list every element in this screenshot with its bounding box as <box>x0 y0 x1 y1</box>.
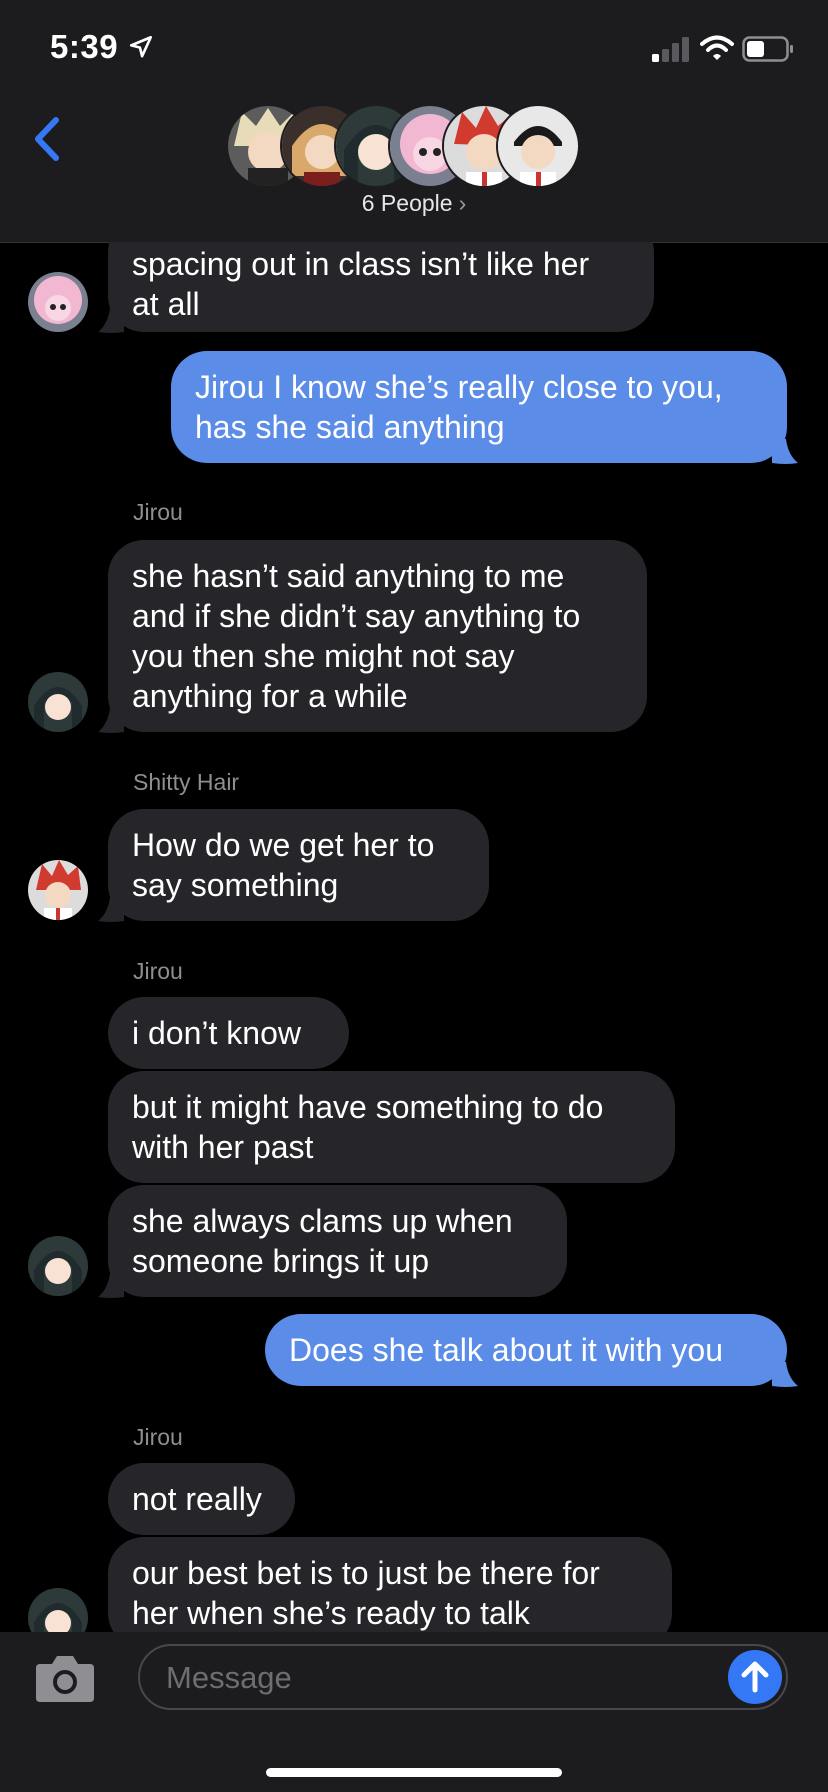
conversation-header: 6 People › <box>0 100 828 243</box>
incoming-message[interactable]: she hasn’t said anything to me and if sh… <box>108 540 647 732</box>
wifi-icon <box>700 35 734 60</box>
battery-icon <box>742 36 793 62</box>
message-text: she hasn’t said anything to me and if sh… <box>132 558 581 714</box>
bubble-tail-icon <box>98 708 124 733</box>
bubble-tail-icon <box>98 897 124 922</box>
compose-bar: Message <box>0 1632 828 1792</box>
message-placeholder: Message <box>166 1660 292 1695</box>
sender-name: Jirou <box>133 958 183 984</box>
message-text: not really <box>132 1481 262 1517</box>
back-chevron-icon[interactable] <box>30 114 64 164</box>
arrow-up-icon <box>741 1661 769 1693</box>
group-avatars[interactable] <box>226 104 606 188</box>
message-text: our best bet is to just be there for her… <box>132 1555 600 1631</box>
message-text: i don’t know <box>132 1015 301 1051</box>
camera-icon[interactable] <box>34 1652 96 1704</box>
incoming-message[interactable]: spacing out in class isn’t like her at a… <box>108 242 654 332</box>
send-button[interactable] <box>728 1650 782 1704</box>
status-time: 5:39 <box>50 28 119 65</box>
avatar <box>28 1588 88 1632</box>
avatar <box>28 272 88 332</box>
sender-name: Shitty Hair <box>133 769 240 795</box>
sender-name: Jirou <box>133 1424 183 1450</box>
group-people-link[interactable]: 6 People › <box>0 190 828 217</box>
bubble-tail-icon <box>772 1362 798 1387</box>
bubble-tail-icon <box>98 308 124 333</box>
outgoing-message[interactable]: Jirou I know she’s really close to you, … <box>171 351 787 463</box>
avatar <box>28 1236 88 1296</box>
message-text: How do we get her to say something <box>132 827 435 903</box>
incoming-message[interactable]: How do we get her to say something <box>108 809 489 921</box>
message-input[interactable]: Message <box>138 1644 788 1710</box>
outgoing-message[interactable]: Does she talk about it with you <box>265 1314 787 1386</box>
cellular-signal-icon <box>652 37 689 62</box>
incoming-message[interactable]: not really <box>108 1463 295 1535</box>
sender-name: Jirou <box>133 499 183 525</box>
message-text: Does she talk about it with you <box>289 1332 724 1368</box>
location-arrow-icon <box>129 35 153 58</box>
home-indicator <box>266 1768 562 1777</box>
people-count-label: 6 People <box>361 190 453 216</box>
avatar <box>496 104 580 188</box>
avatar <box>28 672 88 732</box>
incoming-message[interactable]: our best bet is to just be there for her… <box>108 1537 672 1632</box>
incoming-message[interactable]: i don’t know <box>108 997 349 1069</box>
message-text: she always clams up when someone brings … <box>132 1203 513 1279</box>
incoming-message[interactable]: she always clams up when someone brings … <box>108 1185 567 1297</box>
avatar <box>28 860 88 920</box>
message-text: but it might have something to do with h… <box>132 1089 604 1165</box>
message-thread[interactable]: spacing out in class isn’t like her at a… <box>0 242 828 1632</box>
incoming-message[interactable]: but it might have something to do with h… <box>108 1071 675 1183</box>
bubble-tail-icon <box>772 439 798 464</box>
chevron-right-icon: › <box>458 190 467 216</box>
status-bar: 5:39 <box>0 0 828 100</box>
message-text: spacing out in class isn’t like her at a… <box>132 246 590 322</box>
bubble-tail-icon <box>98 1273 124 1298</box>
message-text: Jirou I know she’s really close to you, … <box>195 369 723 445</box>
